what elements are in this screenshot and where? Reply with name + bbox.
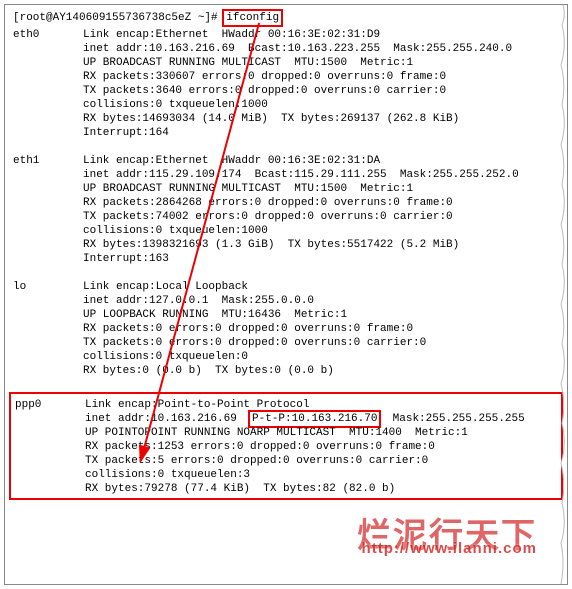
eth1-line4: RX packets:2864268 errors:0 dropped:0 ov… <box>83 196 453 210</box>
ppp0-line3: UP POINTOPOINT RUNNING NOARP MULTICAST M… <box>85 426 468 440</box>
watermark-url: http://www.ilanni.com <box>357 542 537 556</box>
lo-line2: inet addr:127.0.0.1 Mask:255.0.0.0 <box>83 294 314 308</box>
eth1-line8: Interrupt:163 <box>83 252 169 266</box>
eth0-line5: TX packets:3640 errors:0 dropped:0 overr… <box>83 84 446 98</box>
iface-name: ppp0 <box>15 398 85 412</box>
watermark-text: 烂泥行天下 <box>357 518 537 555</box>
eth1-line6: collisions:0 txqueuelen:1000 <box>83 224 268 238</box>
eth0-line8: Interrupt:164 <box>83 126 169 140</box>
eth0-line7: RX bytes:14693034 (14.0 MiB) TX bytes:26… <box>83 112 459 126</box>
lo-line4: RX packets:0 errors:0 dropped:0 overruns… <box>83 322 413 336</box>
lo-line3: UP LOOPBACK RUNNING MTU:16436 Metric:1 <box>83 308 347 322</box>
eth0-line2: inet addr:10.163.216.69 Bcast:10.163.223… <box>83 42 512 56</box>
eth0-line4: RX packets:330607 errors:0 dropped:0 ove… <box>83 70 446 84</box>
iface-name: eth1 <box>13 154 83 168</box>
ppp0-line2a: inet addr:10.163.216.69 <box>85 412 250 426</box>
lo-line6: collisions:0 txqueuelen:0 <box>83 350 248 364</box>
ppp0-line6: collisions:0 txqueuelen:3 <box>85 468 250 482</box>
eth1-line2: inet addr:115.29.109.174 Bcast:115.29.11… <box>83 168 519 182</box>
eth0-line6: collisions:0 txqueuelen:1000 <box>83 98 268 112</box>
ppp0-ptp: P-t-P:10.163.216.70 <box>252 413 377 425</box>
iface-name: eth0 <box>13 28 83 42</box>
ppp0-highlight-box: ppp0Link encap:Point-to-Point Protocol i… <box>9 392 563 500</box>
ppp0-line5: TX packets:5 errors:0 dropped:0 overruns… <box>85 454 428 468</box>
iface-name: lo <box>13 280 83 294</box>
command-text: ifconfig <box>226 12 279 24</box>
eth1-line3: UP BROADCAST RUNNING MULTICAST MTU:1500 … <box>83 182 413 196</box>
shell-prompt: [root@AY140609155736738c5eZ ~]# <box>13 11 218 25</box>
prompt-line: [root@AY140609155736738c5eZ ~]# ifconfig <box>13 11 559 25</box>
eth0-line1: Link encap:Ethernet HWaddr 00:16:3E:02:3… <box>83 28 380 42</box>
ppp0-line2c: Mask:255.255.255.255 <box>379 412 524 426</box>
iface-lo: loLink encap:Local Loopback inet addr:12… <box>13 280 559 378</box>
ppp0-line7: RX bytes:79278 (77.4 KiB) TX bytes:82 (8… <box>85 482 395 496</box>
eth0-line3: UP BROADCAST RUNNING MULTICAST MTU:1500 … <box>83 56 413 70</box>
lo-line5: TX packets:0 errors:0 dropped:0 overruns… <box>83 336 426 350</box>
lo-line1: Link encap:Local Loopback <box>83 280 248 294</box>
ppp0-line4: RX packets:1253 errors:0 dropped:0 overr… <box>85 440 435 454</box>
iface-eth1: eth1Link encap:Ethernet HWaddr 00:16:3E:… <box>13 154 559 266</box>
eth1-line1: Link encap:Ethernet HWaddr 00:16:3E:02:3… <box>83 154 380 168</box>
eth1-line5: TX packets:74002 errors:0 dropped:0 over… <box>83 210 453 224</box>
lo-line7: RX bytes:0 (0.0 b) TX bytes:0 (0.0 b) <box>83 364 334 378</box>
command-highlight-box: ifconfig <box>222 9 283 27</box>
watermark: 烂泥行天下 http://www.ilanni.com <box>357 530 537 556</box>
terminal-screenshot: [root@AY140609155736738c5eZ ~]# ifconfig… <box>4 4 568 585</box>
eth1-line7: RX bytes:1398321693 (1.3 GiB) TX bytes:5… <box>83 238 459 252</box>
iface-eth0: eth0Link encap:Ethernet HWaddr 00:16:3E:… <box>13 28 559 140</box>
